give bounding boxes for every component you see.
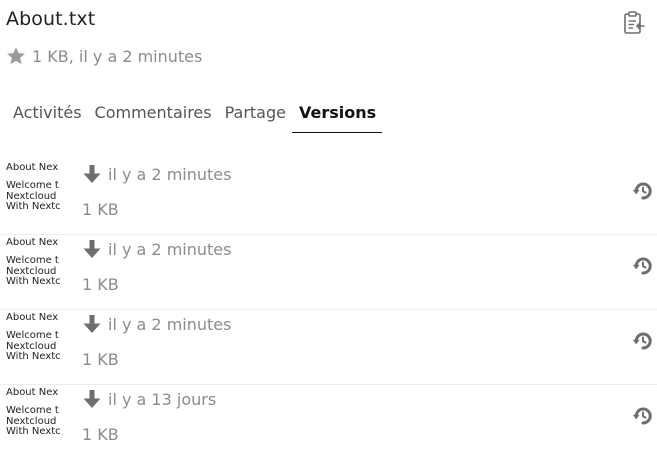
version-time[interactable]: il y a 2 minutes bbox=[108, 240, 231, 259]
preview-line: Welcome t bbox=[6, 330, 59, 341]
restore-history-icon[interactable] bbox=[632, 180, 654, 202]
preview-line: With Nextc bbox=[6, 276, 61, 287]
download-version-link[interactable]: il y a 2 minutes bbox=[82, 164, 231, 184]
preview-title: About Nex bbox=[6, 387, 59, 398]
preview-line: Welcome t bbox=[6, 180, 59, 191]
preview-line: With Nextc bbox=[6, 426, 61, 437]
version-preview-thumbnail: About Nex Welcome t Nextcloud With Nextc bbox=[6, 385, 64, 453]
download-arrow-icon[interactable] bbox=[82, 314, 102, 334]
version-size: 1 KB bbox=[82, 425, 119, 444]
preview-line: Welcome t bbox=[6, 255, 59, 266]
preview-body: Welcome t Nextcloud With Nextc bbox=[6, 330, 64, 363]
preview-title: About Nex bbox=[6, 312, 59, 323]
file-details-sidebar: About.txt 1 KB, il y a 2 minutes Activit… bbox=[0, 0, 657, 461]
preview-line: With Nextc bbox=[6, 201, 61, 212]
preview-body: Welcome t Nextcloud With Nextc bbox=[6, 405, 64, 438]
clipboard-icon[interactable] bbox=[622, 10, 646, 36]
tab-commentaires[interactable]: Commentaires bbox=[88, 98, 218, 132]
version-preview-thumbnail: About Nex Welcome t Nextcloud With Nextc bbox=[6, 235, 64, 303]
preview-title: About Nex bbox=[6, 237, 59, 248]
download-version-link[interactable]: il y a 2 minutes bbox=[82, 314, 231, 334]
version-size: 1 KB bbox=[82, 350, 119, 369]
download-arrow-icon[interactable] bbox=[82, 164, 102, 184]
version-row: About Nex Welcome t Nextcloud With Nextc i… bbox=[0, 160, 657, 235]
version-time[interactable]: il y a 2 minutes bbox=[108, 315, 231, 334]
tab-versions[interactable]: Versions bbox=[291, 98, 383, 133]
restore-history-icon[interactable] bbox=[632, 405, 654, 427]
download-version-link[interactable]: il y a 2 minutes bbox=[82, 239, 231, 259]
version-time[interactable]: il y a 13 jours bbox=[108, 390, 216, 409]
version-row: About Nex Welcome t Nextcloud With Nextc i… bbox=[0, 235, 657, 310]
versions-list: About Nex Welcome t Nextcloud With Nextc i… bbox=[0, 160, 657, 459]
preview-line: Welcome t bbox=[6, 405, 59, 416]
version-size: 1 KB bbox=[82, 200, 119, 219]
preview-body: Welcome t Nextcloud With Nextc bbox=[6, 255, 64, 288]
preview-title: About Nex bbox=[6, 162, 59, 173]
download-arrow-icon[interactable] bbox=[82, 389, 102, 409]
download-version-link[interactable]: il y a 13 jours bbox=[82, 389, 216, 409]
file-meta-row: 1 KB, il y a 2 minutes bbox=[6, 44, 202, 68]
download-arrow-icon[interactable] bbox=[82, 239, 102, 259]
version-row: About Nex Welcome t Nextcloud With Nextc i… bbox=[0, 310, 657, 385]
preview-line: With Nextc bbox=[6, 351, 61, 362]
star-icon[interactable] bbox=[6, 46, 26, 66]
version-row: About Nex Welcome t Nextcloud With Nextc i… bbox=[0, 385, 657, 459]
restore-history-icon[interactable] bbox=[632, 330, 654, 352]
tab-partage[interactable]: Partage bbox=[218, 98, 292, 132]
version-time[interactable]: il y a 2 minutes bbox=[108, 165, 231, 184]
version-preview-thumbnail: About Nex Welcome t Nextcloud With Nextc bbox=[6, 160, 64, 228]
sidebar-tabs: Activités Commentaires Partage Versions bbox=[6, 98, 383, 134]
file-name-title: About.txt bbox=[6, 8, 96, 30]
file-meta-text: 1 KB, il y a 2 minutes bbox=[32, 46, 203, 66]
preview-body: Welcome t Nextcloud With Nextc bbox=[6, 180, 64, 213]
version-preview-thumbnail: About Nex Welcome t Nextcloud With Nextc bbox=[6, 310, 64, 378]
version-size: 1 KB bbox=[82, 275, 119, 294]
restore-history-icon[interactable] bbox=[632, 255, 654, 277]
tab-activit-s[interactable]: Activités bbox=[6, 98, 88, 132]
